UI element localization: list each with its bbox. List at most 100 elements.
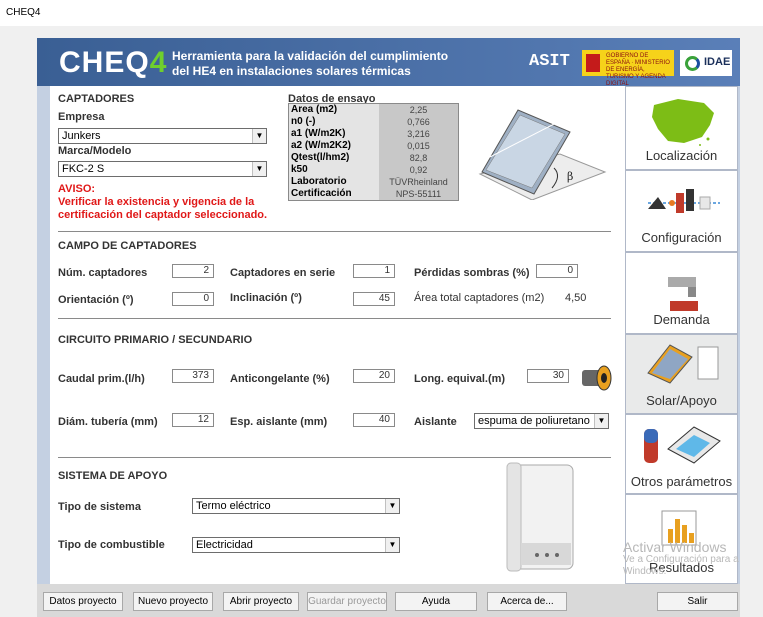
tipo-combustible-select[interactable]: Electricidad ▼	[192, 537, 400, 553]
area-total-label: Área total captadores (m2)	[414, 292, 545, 304]
area-total-value: 4,50	[565, 292, 587, 304]
sidebar-label: Solar/Apoyo	[646, 393, 717, 408]
ensayo-row: a2 (W/m2K2) 0,015	[289, 140, 458, 152]
modelo-value: FKC-2 S	[62, 163, 105, 175]
chevron-down-icon[interactable]: ▼	[385, 538, 399, 552]
sidebar-item-otros-parametros[interactable]: Otros parámetros	[625, 414, 738, 494]
aislante-select[interactable]: espuma de poliuretano ▼	[474, 413, 609, 429]
ensayo-key: Qtest(l/hm2)	[289, 152, 379, 164]
aviso-warning: AVISO: Verificar la existencia y vigenci…	[58, 183, 267, 222]
sidebar-item-localizacion[interactable]: Localización	[625, 86, 738, 170]
aislante-label: Aislante	[414, 416, 457, 428]
watermark-line-2: Ve a Configuración para a	[623, 554, 739, 565]
watermark-line-3: Windows.	[623, 566, 667, 577]
tagline-line-1: Herramienta para la validación del cumpl…	[172, 49, 449, 63]
ensayo-row: Laboratorio TÜVRheinland	[289, 176, 458, 188]
aviso-title: AVISO:	[58, 183, 96, 195]
ensayo-value: 0,015	[379, 140, 458, 152]
sidebar-label: Demanda	[653, 312, 710, 327]
tagline-line-2: del HE4 en instalaciones solares térmica…	[172, 64, 411, 78]
bottom-toolbar: Datos proyecto Nuevo proyecto Abrir proy…	[37, 584, 740, 617]
modelo-label: Marca/Modelo	[58, 145, 132, 157]
ensayo-table: Area (m2) 2,25 n0 (-) 0,766 a1 (W/m2K) 3,216 a…	[288, 103, 459, 201]
aviso-line-1: Verificar la existencia y vigencia de la	[58, 196, 255, 208]
ensayo-value: 3,216	[379, 128, 458, 140]
ayuda-button[interactable]: Ayuda	[395, 592, 477, 611]
empresa-value: Junkers	[62, 130, 101, 142]
empresa-select[interactable]: Junkers ▼	[58, 128, 267, 144]
guardar-proyecto-button[interactable]: Guardar proyecto	[307, 592, 387, 611]
ensayo-value: NPS-55111	[379, 188, 458, 200]
ensayo-row: a1 (W/m2K) 3,216	[289, 128, 458, 140]
sidebar-item-configuracion[interactable]: Configuración	[625, 170, 738, 252]
serie-input[interactable]: 1	[353, 264, 395, 278]
ensayo-key: Area (m2)	[289, 104, 379, 116]
water-heater-illustration	[506, 462, 574, 572]
cheq4-logo: CHEQ4	[59, 46, 167, 80]
window-titlebar: CHEQ4	[0, 0, 763, 26]
shield-icon	[586, 54, 600, 72]
anticongelante-label: Anticongelante (%)	[230, 373, 330, 385]
espesor-aislante-label: Esp. aislante (mm)	[230, 416, 328, 428]
sidebar-item-demanda[interactable]: Demanda	[625, 252, 738, 334]
sidebar-item-solar-apoyo[interactable]: Solar/Apoyo	[625, 334, 738, 414]
divider	[58, 457, 611, 458]
num-captadores-input[interactable]: 2	[172, 264, 214, 278]
app-banner: CHEQ4 Herramienta para la validación del…	[37, 38, 740, 87]
gobierno-text: GOBIERNO DE ESPAÑA · MINISTERIO DE ENERG…	[606, 53, 670, 87]
campo-header: CAMPO DE CAPTADORES	[58, 240, 197, 252]
logo-text: CHEQ	[59, 46, 150, 79]
collector-illustration: β	[478, 109, 607, 200]
main-area: CAPTADORES Empresa Junkers ▼ Marca/Model…	[37, 86, 740, 584]
tipo-sistema-select[interactable]: Termo eléctrico ▼	[192, 498, 400, 514]
sidebar-label: Otros parámetros	[630, 474, 733, 489]
orientacion-input[interactable]: 0	[172, 292, 214, 306]
orientacion-label: Orientación (º)	[58, 294, 134, 306]
ensayo-row: Qtest(l/hm2) 82,8	[289, 152, 458, 164]
chevron-down-icon[interactable]: ▼	[594, 414, 608, 428]
diametro-input[interactable]: 12	[172, 413, 214, 427]
salir-button[interactable]: Salir	[657, 592, 738, 611]
apoyo-header: SISTEMA DE APOYO	[58, 470, 168, 482]
acerca-de-button[interactable]: Acerca de...	[487, 592, 567, 611]
tipo-combustible-value: Electricidad	[196, 539, 253, 551]
inclinacion-input[interactable]: 45	[353, 292, 395, 306]
sombras-input[interactable]: 0	[536, 264, 578, 278]
divider	[58, 318, 611, 319]
caudal-label: Caudal prim.(l/h)	[58, 373, 145, 385]
ensayo-value: 0,766	[379, 116, 458, 128]
abrir-proyecto-button[interactable]: Abrir proyecto	[223, 592, 299, 611]
modelo-select[interactable]: FKC-2 S ▼	[58, 161, 267, 177]
ensayo-value: 0,92	[379, 164, 458, 176]
serie-label: Captadores en serie	[230, 267, 336, 279]
tipo-sistema-label: Tipo de sistema	[58, 501, 141, 513]
ensayo-row: k50 0,92	[289, 164, 458, 176]
aviso-line-2: certificación del captador seleccionado.	[58, 209, 268, 221]
caudal-input[interactable]: 373	[172, 369, 214, 383]
idae-logo: IDAE	[680, 50, 732, 76]
sombras-label: Pérdidas sombras (%)	[414, 267, 530, 279]
espesor-aislante-input[interactable]: 40	[353, 413, 395, 427]
idae-text: IDAE	[704, 56, 731, 68]
chevron-down-icon[interactable]: ▼	[252, 162, 266, 176]
ensayo-key: k50	[289, 164, 379, 176]
ensayo-value: 2,25	[379, 104, 458, 116]
chevron-down-icon[interactable]: ▼	[252, 129, 266, 143]
nuevo-proyecto-button[interactable]: Nuevo proyecto	[133, 592, 213, 611]
chevron-down-icon[interactable]: ▼	[385, 499, 399, 513]
datos-proyecto-button[interactable]: Datos proyecto	[43, 592, 123, 611]
beta-symbol: β	[567, 170, 573, 183]
inclinacion-label: Inclinación (º)	[230, 292, 302, 304]
long-equival-label: Long. equival.(m)	[414, 373, 506, 385]
ensayo-value: TÜVRheinland	[379, 176, 458, 188]
anticongelante-input[interactable]: 20	[353, 369, 395, 383]
num-captadores-label: Núm. captadores	[58, 267, 148, 279]
diametro-label: Diám. tubería (mm)	[58, 416, 158, 428]
app-tagline: Herramienta para la validación del cumpl…	[172, 49, 448, 79]
long-equival-input[interactable]: 30	[527, 369, 569, 383]
aislante-value: espuma de poliuretano	[478, 415, 590, 427]
pipe-insulation-icon	[582, 365, 612, 391]
ensayo-key: Certificación	[289, 188, 379, 200]
ensayo-key: a2 (W/m2K2)	[289, 140, 379, 152]
window-title: CHEQ4	[6, 7, 41, 18]
